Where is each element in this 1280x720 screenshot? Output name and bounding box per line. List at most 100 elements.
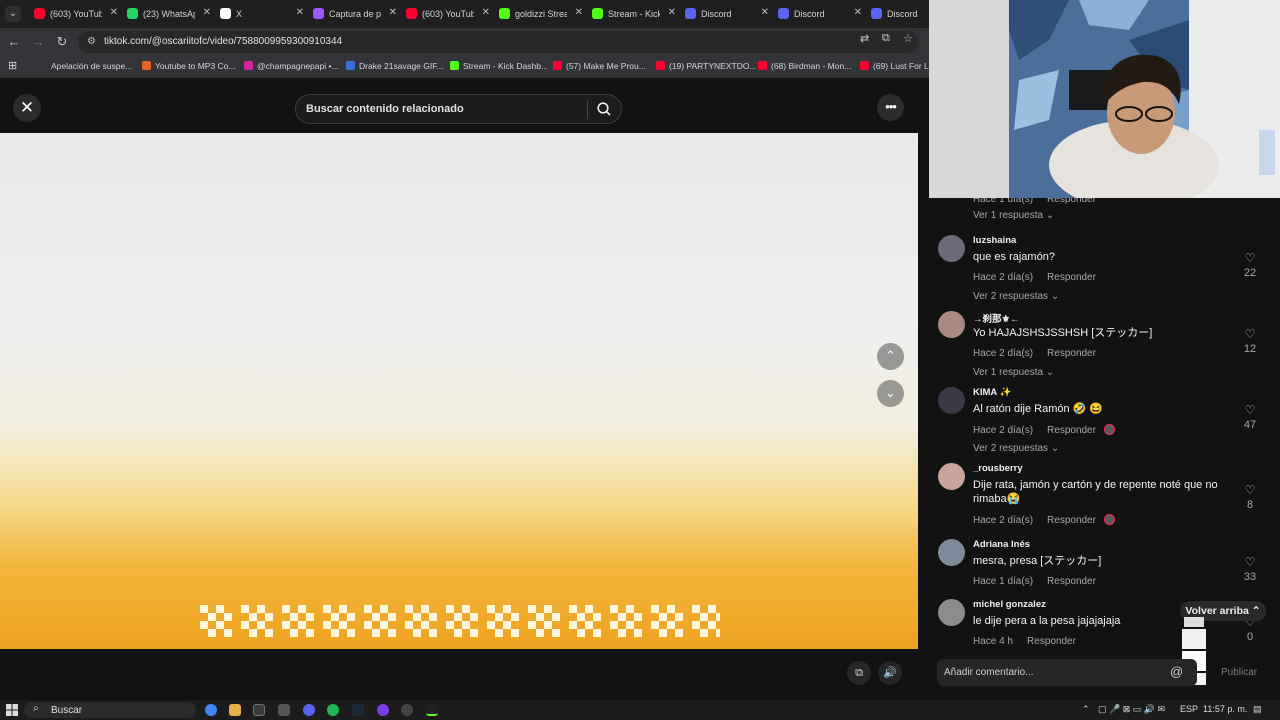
bookmark-star-icon[interactable]: ☆ bbox=[903, 32, 913, 45]
publish-button[interactable]: Publicar bbox=[1221, 667, 1257, 678]
notification-icon[interactable]: ▤ bbox=[1253, 704, 1262, 715]
taskbar-search[interactable]: ⌕ Buscar bbox=[24, 702, 196, 718]
avatar[interactable] bbox=[938, 387, 965, 414]
creator-liked-badge bbox=[1103, 514, 1115, 525]
next-video-button[interactable]: ⌄ bbox=[877, 380, 904, 407]
app-icon[interactable] bbox=[401, 704, 413, 716]
avatar[interactable] bbox=[938, 539, 965, 566]
bookmark-item[interactable]: (69) Lust For Lif bbox=[860, 61, 933, 71]
reply-button[interactable]: Responder bbox=[1047, 425, 1096, 436]
tray-chevron-icon[interactable]: ⌃ bbox=[1082, 704, 1090, 715]
like-button[interactable]: ♡ 12 bbox=[1238, 327, 1262, 355]
like-button[interactable]: ♡ 33 bbox=[1238, 555, 1262, 583]
avatar[interactable] bbox=[938, 311, 965, 338]
reload-icon[interactable]: ↻ bbox=[54, 34, 70, 50]
address-bar[interactable]: ⚙ tiktok.com/@oscariitofc/video/75880099… bbox=[78, 31, 918, 53]
previous-video-button[interactable]: ⌃ bbox=[877, 343, 904, 370]
related-search-input[interactable]: Buscar contenido relacionado bbox=[295, 94, 622, 124]
reply-button[interactable]: Responder bbox=[1047, 515, 1096, 526]
obs-icon[interactable] bbox=[377, 704, 389, 716]
view-replies-link[interactable]: Ver 1 respuesta ⌄ bbox=[973, 210, 1054, 221]
close-tab-icon[interactable]: ✕ bbox=[854, 7, 862, 18]
bookmark-item[interactable]: Drake 21savage GIF... bbox=[346, 61, 444, 71]
reply-button[interactable]: Responder bbox=[1027, 636, 1076, 647]
clock[interactable]: 11:57 p. m. bbox=[1203, 704, 1247, 714]
view-replies-link[interactable]: Ver 2 respuestas ⌄ bbox=[973, 291, 1059, 302]
open-in-app-icon[interactable]: ⧉ bbox=[882, 32, 890, 45]
checker-block bbox=[569, 605, 601, 637]
translate-icon[interactable]: ⇄ bbox=[860, 32, 869, 45]
comment-username[interactable]: _rousberry bbox=[973, 463, 1023, 474]
close-tab-icon[interactable]: ✕ bbox=[203, 7, 211, 18]
comment-username[interactable]: →刹那⚜← bbox=[973, 311, 1020, 325]
browser-tab[interactable]: goldizzi Stream ✕ bbox=[493, 4, 585, 24]
bookmark-label: Youtube to MP3 Co... bbox=[155, 61, 236, 71]
site-info-icon[interactable]: ⚙ bbox=[87, 36, 96, 47]
file-explorer-icon[interactable] bbox=[229, 704, 241, 716]
close-tab-icon[interactable]: ✕ bbox=[668, 7, 676, 18]
browser-tab[interactable]: Discord ✕ bbox=[772, 4, 864, 24]
comment-username[interactable]: michel gonzalez bbox=[973, 599, 1046, 610]
reply-button[interactable]: Responder bbox=[1047, 272, 1096, 283]
close-tab-icon[interactable]: ✕ bbox=[761, 7, 769, 18]
app-icon[interactable] bbox=[253, 704, 265, 716]
comment-username[interactable]: luzshaina bbox=[973, 235, 1016, 246]
checker-block bbox=[446, 605, 478, 637]
back-icon[interactable]: ← bbox=[6, 34, 22, 49]
browser-tab[interactable]: (23) WhatsApp ✕ bbox=[121, 4, 213, 24]
bookmark-item[interactable]: Apelación de suspe... bbox=[38, 61, 132, 71]
browser-tab[interactable]: (603) YouTube ✕ bbox=[28, 4, 120, 24]
browser-tab[interactable]: Stream - Kick ✕ bbox=[586, 4, 678, 24]
bookmark-item[interactable]: (68) Birdman - Mon... bbox=[758, 61, 851, 71]
bookmark-item[interactable]: Youtube to MP3 Co... bbox=[142, 61, 236, 71]
bookmark-label: Stream - Kick Dashb... bbox=[463, 61, 549, 71]
browser-tab[interactable]: Discord ✕ bbox=[679, 4, 771, 24]
view-replies-link[interactable]: Ver 2 respuestas ⌄ bbox=[973, 443, 1059, 454]
search-icon[interactable] bbox=[596, 101, 612, 117]
tray-icons[interactable]: ▢ 🎤 ⊠ ▭ 🔊 ✉ bbox=[1098, 704, 1165, 715]
comment-username[interactable]: KIMA ✨ bbox=[973, 387, 1011, 398]
close-video-button[interactable]: ✕ bbox=[13, 94, 41, 122]
tab-search-button[interactable]: ⌄ bbox=[5, 6, 21, 22]
bookmark-item[interactable]: @champagnepapi •... bbox=[244, 61, 339, 71]
like-button[interactable]: ♡ 47 bbox=[1238, 403, 1262, 431]
forward-icon[interactable]: → bbox=[30, 34, 46, 49]
close-tab-icon[interactable]: ✕ bbox=[110, 7, 118, 18]
video-player[interactable] bbox=[0, 133, 918, 649]
browser-tab[interactable]: (603) YouTube ✕ bbox=[400, 4, 492, 24]
comment-text: Dije rata, jamón y cartón y de repente n… bbox=[973, 479, 1218, 505]
terminal-icon[interactable] bbox=[426, 704, 438, 716]
avatar[interactable] bbox=[938, 463, 965, 490]
app-icon[interactable] bbox=[278, 704, 290, 716]
close-tab-icon[interactable]: ✕ bbox=[296, 7, 304, 18]
avatar[interactable] bbox=[938, 599, 965, 626]
add-comment-input[interactable]: Añadir comentario... @ bbox=[937, 659, 1197, 686]
close-tab-icon[interactable]: ✕ bbox=[482, 7, 490, 18]
comment-username[interactable]: Adriana Inés bbox=[973, 539, 1030, 550]
windows-start-icon[interactable] bbox=[6, 704, 18, 716]
reply-button[interactable]: Responder bbox=[1047, 576, 1096, 587]
bookmark-item[interactable]: Stream - Kick Dashb... bbox=[450, 61, 548, 71]
close-tab-icon[interactable]: ✕ bbox=[575, 7, 583, 18]
bookmark-item[interactable]: (57) Make Me Prou... bbox=[553, 61, 646, 71]
chrome-icon[interactable] bbox=[205, 704, 217, 716]
close-tab-icon[interactable]: ✕ bbox=[389, 7, 397, 18]
discord-icon[interactable] bbox=[303, 704, 315, 716]
steam-icon[interactable] bbox=[352, 704, 364, 716]
browser-tab[interactable]: Captura de pantalla ✕ bbox=[307, 4, 399, 24]
floating-player-icon[interactable]: ⧉ bbox=[847, 661, 871, 685]
apps-grid-icon[interactable]: ⊞ bbox=[8, 59, 17, 72]
like-button[interactable]: ♡ 22 bbox=[1238, 251, 1262, 279]
like-button[interactable]: ♡ 8 bbox=[1238, 483, 1262, 511]
spotify-icon[interactable] bbox=[327, 704, 339, 716]
more-options-button[interactable]: ••• bbox=[877, 94, 904, 121]
browser-tab[interactable]: X ✕ bbox=[214, 4, 306, 24]
bookmark-item[interactable]: (19) PARTYNEXTDO... bbox=[656, 61, 757, 71]
mention-icon[interactable]: @ bbox=[1170, 664, 1183, 679]
reply-button[interactable]: Responder bbox=[1047, 348, 1096, 359]
avatar[interactable] bbox=[938, 235, 965, 262]
tab-title: Captura de pantalla bbox=[329, 9, 381, 19]
language-indicator[interactable]: ESP bbox=[1180, 704, 1198, 714]
volume-icon[interactable]: 🔊 bbox=[878, 661, 902, 685]
view-replies-link[interactable]: Ver 1 respuesta ⌄ bbox=[973, 367, 1054, 378]
